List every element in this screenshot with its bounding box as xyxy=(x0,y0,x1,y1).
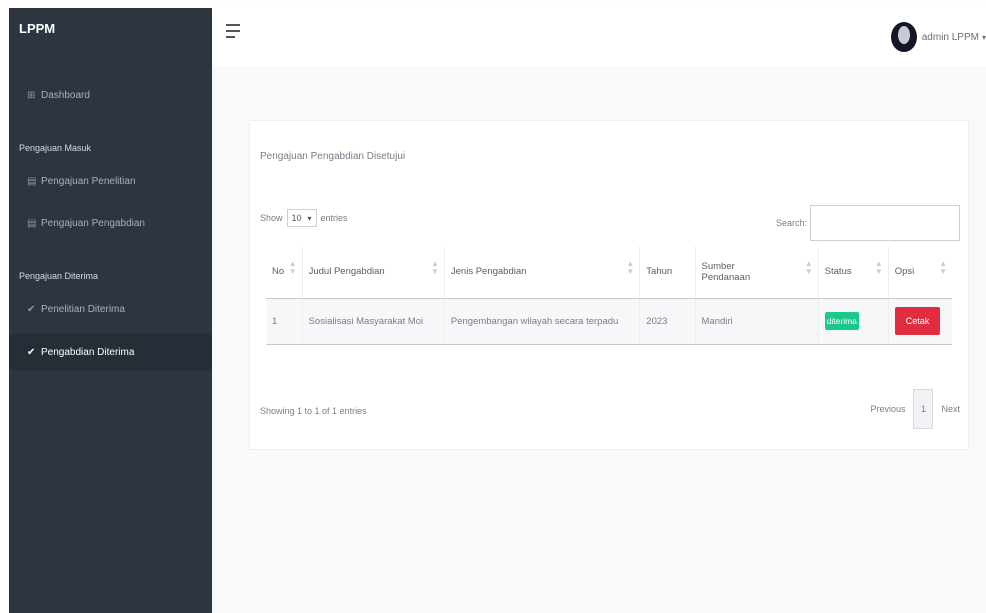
table-info: Showing 1 to 1 of 1 entries xyxy=(260,406,367,416)
table-card: Pengajuan Pengabdian Disetujui Show 10 ▾… xyxy=(249,120,969,450)
sidebar-item-pengabdian-diterima[interactable]: ✔ Pengabdian Diterima xyxy=(9,334,212,370)
cell-judul: Sosialisasi Masyarakat Moi xyxy=(302,298,445,345)
check-icon: ✔ xyxy=(27,346,36,358)
search-box: Search: xyxy=(776,205,960,241)
list-icon: ▤ xyxy=(27,217,37,229)
cetak-button[interactable]: Cetak xyxy=(894,307,941,335)
sidebar-heading-masuk: Pengajuan Masuk xyxy=(19,143,92,153)
column-header-jenis[interactable]: Jenis Pengabdian ▲ ▼ xyxy=(444,246,641,299)
previous-button[interactable]: Previous xyxy=(870,404,905,414)
cell-sumber: Mandiri xyxy=(695,298,819,345)
search-input[interactable] xyxy=(810,205,960,241)
table-row: 1 Sosialisasi Masyarakat Moi Pengembanga… xyxy=(266,298,952,345)
sidebar-item-label: Penelitian Diterima xyxy=(41,303,125,315)
cell-opsi: Cetak xyxy=(888,298,952,345)
chevron-down-icon: ▾ xyxy=(981,32,986,42)
entries-length: Show 10 ▾ entries xyxy=(260,209,348,227)
list-icon: ▤ xyxy=(27,175,37,187)
cell-no: 1 xyxy=(266,298,303,345)
card-title: Pengajuan Pengabdian Disetujui xyxy=(260,151,406,162)
brand-logo[interactable]: LPPM xyxy=(9,8,212,48)
sidebar-item-label: Dashboard xyxy=(41,89,90,101)
column-header-judul[interactable]: Judul Pengabdian ▲ ▼ xyxy=(302,246,445,299)
page-button-1[interactable]: 1 xyxy=(913,389,934,429)
cell-tahun: 2023 xyxy=(639,298,696,345)
search-label: Search: xyxy=(775,218,807,228)
sidebar: LPPM ⊞ Dashboard Pengajuan Masuk ▤ Penga… xyxy=(9,8,212,613)
column-header-no[interactable]: No ▲ ▼ xyxy=(266,246,303,299)
main-content: Pengajuan Pengabdian Disetujui Show 10 ▾… xyxy=(212,66,986,613)
chevron-down-icon: ▾ xyxy=(307,213,312,223)
sort-icon: ▲ ▼ xyxy=(288,259,297,276)
sidebar-item-pengajuan-pengabdian[interactable]: ▤ Pengajuan Pengabdian xyxy=(9,212,212,234)
column-header-status[interactable]: Status ▲ ▼ xyxy=(818,246,889,299)
data-table: No ▲ ▼ Judul Pengabdian ▲ ▼ Jenis Pengabdian… xyxy=(266,246,952,345)
sort-icon: ▲ ▼ xyxy=(939,259,947,276)
sort-icon: ▲ ▼ xyxy=(804,259,813,276)
dashboard-icon: ⊞ xyxy=(27,89,36,101)
status-badge: diterima xyxy=(824,312,859,330)
column-header-sumber[interactable]: Sumber Pendanaan ▲ ▼ xyxy=(695,246,819,299)
menu-toggle-icon[interactable] xyxy=(226,24,240,42)
sort-icon: ▲ ▼ xyxy=(626,259,635,276)
entries-value: 10 xyxy=(291,213,302,223)
sort-icon: ▲ ▼ xyxy=(874,259,883,276)
cell-jenis: Pengembangan wilayah secara terpadu xyxy=(444,298,641,345)
sidebar-item-pengajuan-penelitian[interactable]: ▤ Pengajuan Penelitian xyxy=(9,170,212,192)
topbar: admin LPPM ▾ xyxy=(212,8,986,66)
next-button[interactable]: Next xyxy=(941,404,960,414)
column-header-tahun[interactable]: Tahun xyxy=(639,246,696,299)
user-name: admin LPPM xyxy=(921,31,979,43)
column-header-opsi[interactable]: Opsi ▲ ▼ xyxy=(888,246,952,299)
sidebar-item-label: Pengajuan Penelitian xyxy=(41,175,136,187)
sort-icon: ▲ ▼ xyxy=(430,259,439,276)
user-menu[interactable]: admin LPPM ▾ xyxy=(890,22,986,52)
sidebar-item-label: Pengabdian Diterima xyxy=(41,346,135,358)
sidebar-item-penelitian-diterima[interactable]: ✔ Penelitian Diterima xyxy=(9,298,212,320)
entries-label: entries xyxy=(320,213,348,223)
pagination: Previous 1 Next xyxy=(870,389,960,429)
sidebar-item-label: Pengajuan Pengabdian xyxy=(41,217,145,229)
sidebar-item-dashboard[interactable]: ⊞ Dashboard xyxy=(9,84,212,106)
avatar xyxy=(890,22,917,52)
check-icon: ✔ xyxy=(27,303,36,315)
show-label: Show xyxy=(260,213,283,223)
sidebar-heading-diterima: Pengajuan Diterima xyxy=(19,271,99,281)
entries-select[interactable]: 10 ▾ xyxy=(286,209,317,227)
cell-status: diterima xyxy=(818,298,889,345)
